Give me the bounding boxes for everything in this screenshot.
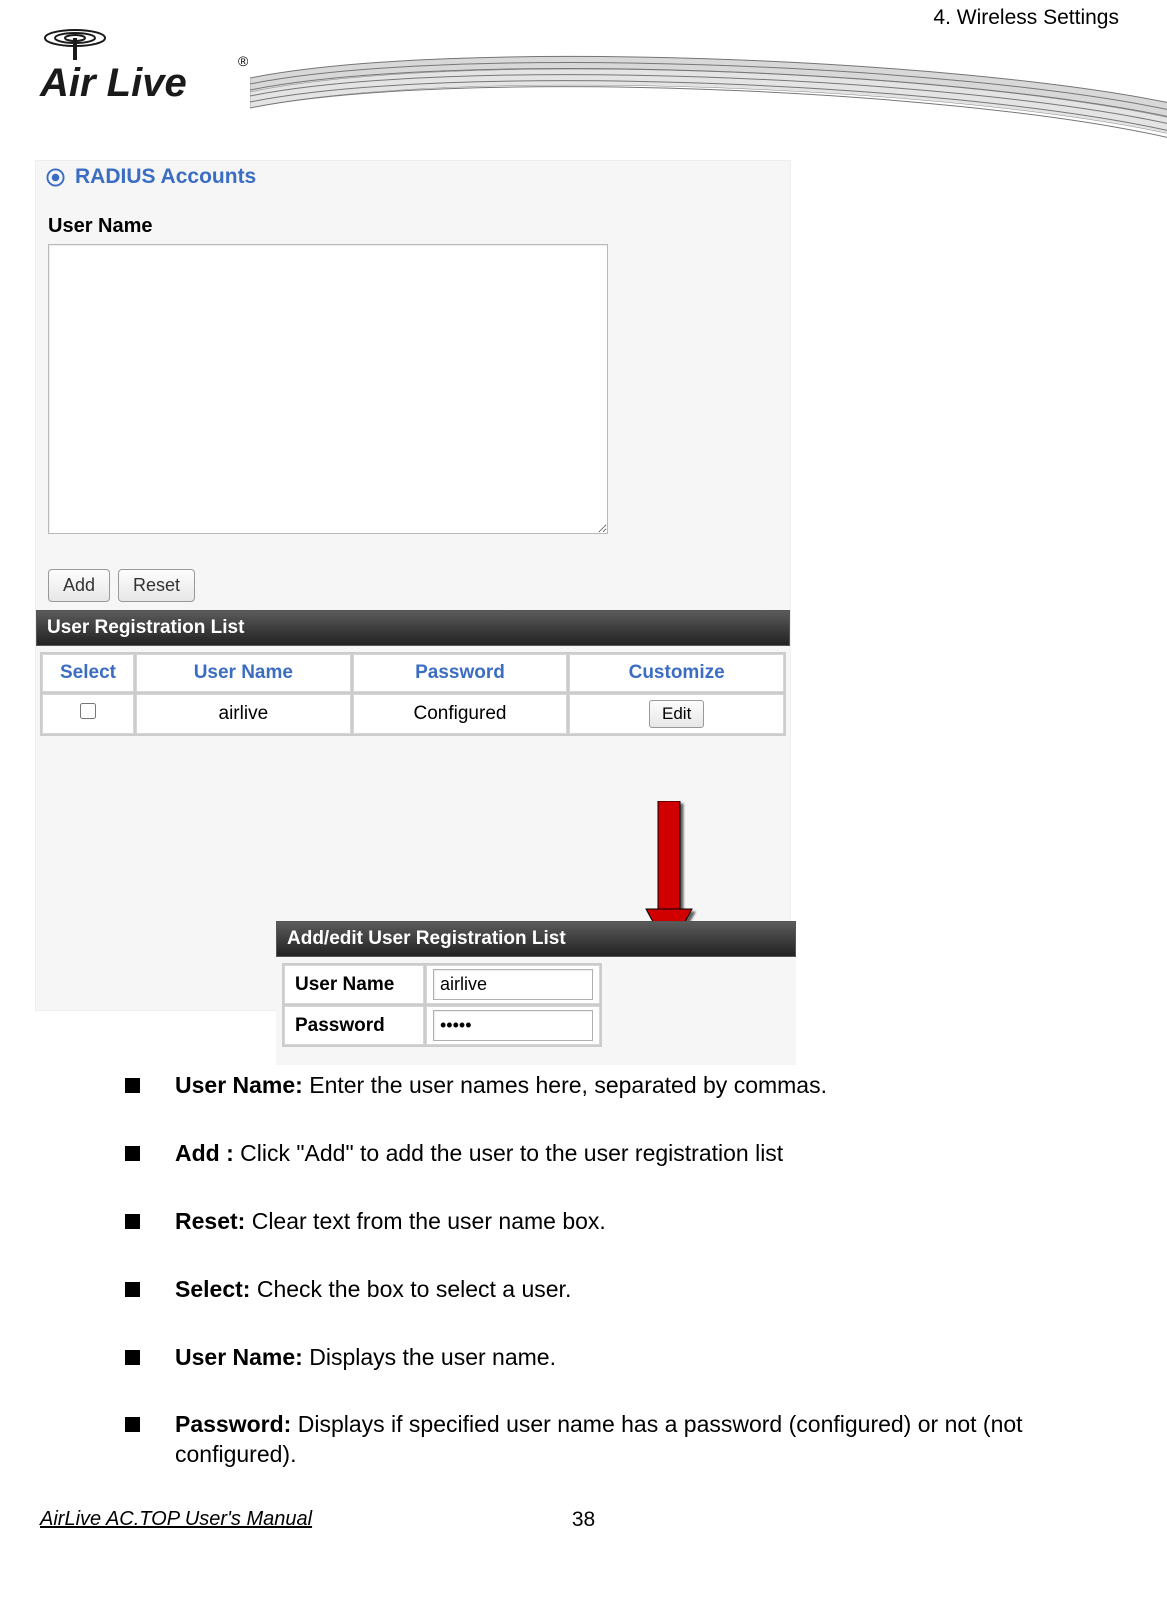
reset-button[interactable]: Reset [118,569,195,602]
user-registration-list-bar: User Registration List [36,610,790,646]
user-registration-table: Select User Name Password Customize airl… [40,652,786,736]
edit-panel: Add/edit User Registration List User Nam… [276,921,796,1065]
edit-panel-bar: Add/edit User Registration List [276,921,796,957]
radius-accounts-title: RADIUS Accounts [75,165,256,189]
list-item: User Name: Displays the user name. [125,1343,1082,1373]
footer-page-number: 38 [572,1508,595,1532]
list-item: Password: Displays if specified user nam… [125,1410,1082,1470]
row-password: Configured [353,694,568,734]
edit-username-input[interactable] [433,969,593,1000]
screenshot-panel: RADIUS Accounts User Name Add Reset User… [35,160,791,1011]
list-item: User Name: Enter the user names here, se… [125,1071,1082,1101]
edit-password-label: Password [284,1006,424,1045]
col-username: User Name [136,654,351,692]
col-password: Password [353,654,568,692]
username-label: User Name [36,195,790,244]
username-textarea[interactable] [48,244,608,534]
airlive-logo: Air Live ® [20,18,270,118]
page-header: 4. Wireless Settings Air Live ® [0,0,1167,160]
chapter-title: 4. Wireless Settings [933,6,1119,30]
edit-username-label: User Name [284,965,424,1004]
footer-manual-title: AirLive AC.TOP User's Manual [40,1508,312,1530]
row-select-checkbox[interactable] [80,703,96,719]
list-item: Select: Check the box to select a user. [125,1275,1082,1305]
edit-button[interactable]: Edit [649,700,704,728]
description-list: User Name: Enter the user names here, se… [35,1071,1132,1470]
row-username: airlive [136,694,351,734]
add-button[interactable]: Add [48,569,110,602]
edit-password-input[interactable] [433,1010,593,1041]
list-item: Reset: Clear text from the user name box… [125,1207,1082,1237]
col-customize: Customize [569,654,784,692]
svg-text:®: ® [238,53,249,69]
radius-bullet-icon [46,168,65,187]
col-select: Select [42,654,134,692]
svg-text:Air Live: Air Live [39,61,187,105]
table-row: airlive Configured Edit [42,694,784,734]
page-footer: AirLive AC.TOP User's Manual 38 [0,1508,1167,1531]
header-swoosh-decoration [250,48,1167,173]
list-item: Add : Click "Add" to add the user to the… [125,1139,1082,1169]
